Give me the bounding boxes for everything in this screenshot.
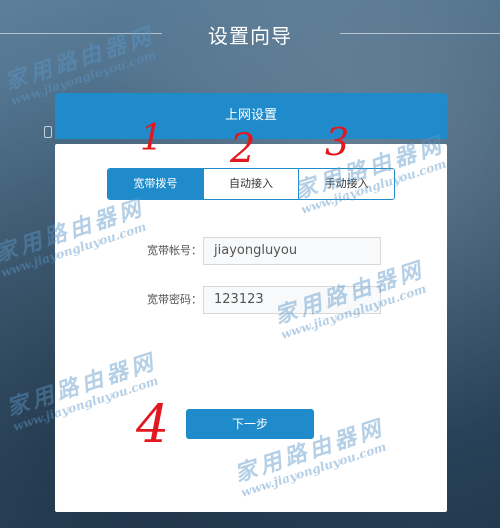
annotation-2: 2 (230, 126, 256, 172)
account-label: 宽带帐号： (147, 244, 202, 257)
annotation-1: 1 (140, 118, 163, 159)
annotation-4: 4 (136, 395, 170, 455)
account-input[interactable]: jiayongluyou (203, 237, 381, 265)
password-label: 宽带密码： (147, 293, 202, 306)
tab-dhcp[interactable]: 自动接入 (203, 169, 300, 199)
background-decoration (44, 126, 52, 138)
next-button[interactable]: 下一步 (186, 409, 314, 439)
annotation-3: 3 (325, 120, 350, 164)
